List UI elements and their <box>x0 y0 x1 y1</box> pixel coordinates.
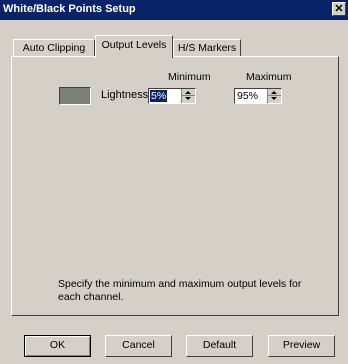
close-button[interactable]: ✕ <box>332 2 346 16</box>
spin-down-icon[interactable] <box>271 97 277 100</box>
ok-button[interactable]: OK <box>24 335 91 357</box>
spin-up-icon[interactable] <box>271 91 277 94</box>
tab-hs-markers[interactable]: H/S Markers <box>173 39 241 57</box>
spin-divider <box>268 95 281 96</box>
tab-label: Output Levels <box>101 39 167 51</box>
lightness-label: Lightness : <box>101 89 155 101</box>
default-button[interactable]: Default <box>186 335 253 357</box>
spin-down-icon[interactable] <box>185 97 191 100</box>
window-title: White/Black Points Setup <box>3 3 136 15</box>
maximum-spinbox[interactable]: 95% <box>234 88 282 104</box>
minimum-value[interactable]: 5% <box>150 90 168 102</box>
spin-divider <box>182 95 195 96</box>
output-levels-panel: Minimum Maximum Lightness : 5% 95% Speci… <box>11 56 339 316</box>
tab-label: H/S Markers <box>177 42 237 54</box>
lightness-color-swatch[interactable] <box>59 87 91 105</box>
tab-auto-clipping[interactable]: Auto Clipping <box>13 39 95 57</box>
minimum-header: Minimum <box>168 71 211 83</box>
cancel-button[interactable]: Cancel <box>105 335 172 357</box>
title-bar: White/Black Points Setup ✕ <box>0 0 348 20</box>
maximum-spin-buttons[interactable] <box>267 89 281 103</box>
minimum-spin-buttons[interactable] <box>181 89 195 103</box>
minimum-spinbox[interactable]: 5% <box>148 88 196 104</box>
maximum-value[interactable]: 95% <box>236 90 259 102</box>
spin-up-icon[interactable] <box>185 91 191 94</box>
description-text: Specify the minimum and maximum output l… <box>58 278 302 303</box>
maximum-header: Maximum <box>246 71 292 83</box>
tab-output-levels[interactable]: Output Levels <box>95 35 173 58</box>
tab-label: Auto Clipping <box>22 42 86 54</box>
preview-button[interactable]: Preview <box>268 335 335 357</box>
